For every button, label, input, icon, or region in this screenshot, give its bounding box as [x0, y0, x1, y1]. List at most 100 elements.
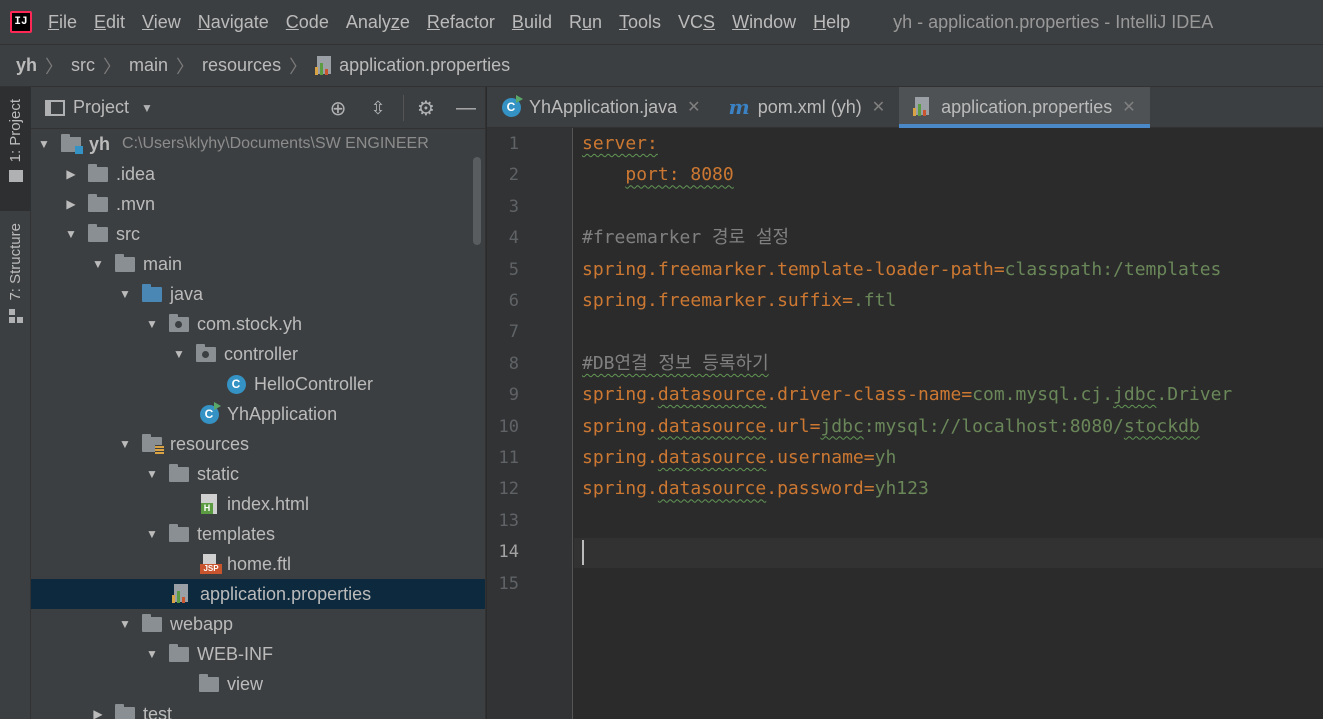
menu-item-text: ode: [298, 11, 329, 32]
locate-target-icon[interactable]: ⊕: [327, 97, 349, 120]
tree-item-templates[interactable]: ▼ templates: [31, 519, 485, 549]
project-panel: Project ▼ ⊕ ⇳ ⚙ — ▼ yh C:\Users\klyhy\Docu…: [31, 87, 486, 719]
menu-item-analyze[interactable]: Analyze: [346, 12, 410, 33]
menu-item-mnemonic: W: [732, 11, 750, 32]
tree-item-com-stock-yh[interactable]: ▼ com.stock.yh: [31, 309, 485, 339]
menu-item-edit[interactable]: Edit: [94, 12, 125, 33]
folder-icon: [8, 170, 23, 183]
folder-icon: [115, 703, 135, 719]
breadcrumb: yh 〉 src 〉 main 〉 resources 〉 application.proper…: [0, 44, 1323, 87]
tree-item-label: main: [143, 253, 183, 274]
menu-item-mnemonic: S: [703, 11, 716, 32]
close-icon[interactable]: ✕: [872, 97, 885, 117]
project-tool-button[interactable]: 1: Project: [0, 87, 31, 211]
expanded-arrow-icon[interactable]: ▼: [118, 617, 132, 631]
tree-item-application-properties[interactable]: application.properties: [31, 579, 485, 609]
expanded-arrow-icon[interactable]: ▼: [145, 317, 159, 331]
menu-item-navigate[interactable]: Navigate: [198, 12, 269, 33]
tree-item-controller[interactable]: ▼ controller: [31, 339, 485, 369]
tree-item-index-html[interactable]: Hindex.html: [31, 489, 485, 519]
line-number: 2: [508, 165, 519, 186]
tree-item-static[interactable]: ▼ static: [31, 459, 485, 489]
expanded-arrow-icon[interactable]: ▼: [118, 287, 132, 301]
tab-pom-xml-yh-[interactable]: m pom.xml (yh) ✕: [715, 87, 900, 127]
line-number: 5: [508, 259, 519, 280]
chevron-down-icon[interactable]: ▼: [141, 101, 153, 115]
code-token: spring.: [582, 384, 658, 406]
tab-application-properties[interactable]: application.properties ✕: [899, 87, 1150, 128]
collapsed-arrow-icon[interactable]: ▶: [64, 197, 78, 211]
tree-item-java[interactable]: ▼ java: [31, 279, 485, 309]
expanded-arrow-icon[interactable]: ▼: [145, 527, 159, 541]
breadcrumb-separator: 〉: [45, 56, 64, 77]
expanded-arrow-icon[interactable]: ▼: [145, 647, 159, 661]
expanded-arrow-icon[interactable]: ▼: [64, 227, 78, 241]
tree-item-yhapplication[interactable]: C YhApplication: [31, 399, 485, 429]
tree-item-test[interactable]: ▶ test: [31, 699, 485, 719]
code-token: spring.: [582, 415, 658, 437]
menu-item-refactor[interactable]: Refactor: [427, 12, 495, 33]
line-number: 11: [498, 448, 519, 468]
template-file-icon: JSP: [199, 554, 222, 574]
code-editor[interactable]: 1 2 3 4 5 6 7 8 9 10 11 12 13 14 15 server: port: 8080…: [487, 128, 1323, 719]
breadcrumb-label: main: [129, 55, 169, 75]
tree-item-label: yh: [89, 133, 111, 154]
close-icon[interactable]: ✕: [687, 97, 700, 117]
tree-item-home-ftl[interactable]: JSP home.ftl: [31, 549, 485, 579]
breadcrumb-item-application-properties[interactable]: application.properties: [315, 55, 510, 76]
breadcrumb-item-yh[interactable]: yh: [16, 55, 37, 76]
collapsed-arrow-icon[interactable]: ▶: [91, 707, 105, 719]
tree-item-web-inf[interactable]: ▼ WEB-INF: [31, 639, 485, 669]
tree-item-label: index.html: [227, 493, 310, 514]
project-view-selector[interactable]: Project: [73, 97, 129, 118]
breadcrumb-item-src[interactable]: src: [71, 55, 95, 76]
tree-scrollbar[interactable]: [473, 157, 481, 245]
expanded-arrow-icon[interactable]: ▼: [172, 347, 186, 361]
tree-item--idea[interactable]: ▶ .idea: [31, 159, 485, 189]
menu-item-run[interactable]: Run: [569, 12, 602, 33]
code-line: spring.datasource.username=yh: [582, 443, 896, 473]
tree-item-src[interactable]: ▼ src: [31, 219, 485, 249]
menu-item-code[interactable]: Code: [286, 12, 329, 33]
code-token: yh123: [874, 478, 929, 500]
menu-item-text: n: [591, 11, 602, 32]
menu-item-help[interactable]: Help: [813, 12, 850, 33]
code-token: .url: [766, 415, 810, 437]
expanded-arrow-icon[interactable]: ▼: [91, 257, 105, 271]
tree-item-hellocontroller[interactable]: C HelloController: [31, 369, 485, 399]
line-number: 15: [498, 573, 519, 594]
breadcrumb-separator: 〉: [176, 56, 195, 77]
code-token: com.mysql.cj.: [972, 384, 1114, 406]
structure-tool-button[interactable]: 7: Structure: [0, 223, 31, 343]
collapsed-arrow-icon[interactable]: ▶: [64, 167, 78, 181]
expanded-arrow-icon[interactable]: ▼: [118, 437, 132, 451]
breadcrumb-item-main[interactable]: main: [129, 55, 168, 76]
breadcrumb-item-resources[interactable]: resources: [202, 55, 281, 76]
tree-item-yh[interactable]: ▼ yh C:\Users\klyhy\Documents\SW ENGINEER: [31, 129, 485, 159]
code-token: =: [863, 478, 875, 500]
menu-item-build[interactable]: Build: [512, 12, 552, 33]
html-file-icon: H: [199, 494, 219, 514]
expanded-arrow-icon[interactable]: ▼: [37, 137, 51, 151]
tree-item--mvn[interactable]: ▶ .mvn: [31, 189, 485, 219]
menu-item-window[interactable]: Window: [732, 12, 796, 33]
expanded-arrow-icon[interactable]: ▼: [145, 467, 159, 481]
tree-item-main[interactable]: ▼ main: [31, 249, 485, 279]
tab-yhapplication-java[interactable]: C YhApplication.java ✕: [487, 87, 715, 127]
menu-item-file[interactable]: File: [48, 12, 77, 33]
collapse-all-icon[interactable]: ⇳: [367, 97, 389, 119]
tree-item-view[interactable]: view: [31, 669, 485, 699]
minimize-icon[interactable]: —: [455, 97, 477, 119]
tree-item-label: HelloController: [254, 373, 374, 394]
menu-item-view[interactable]: View: [142, 12, 181, 33]
close-icon[interactable]: ✕: [1122, 97, 1135, 117]
project-panel-header: Project ▼ ⊕ ⇳ ⚙ —: [31, 87, 485, 129]
tree-item-resources[interactable]: ▼ resources: [31, 429, 485, 459]
text-caret: [582, 540, 584, 566]
menu-item-vcs[interactable]: VCS: [678, 12, 715, 33]
tree-item-webapp[interactable]: ▼ webapp: [31, 609, 485, 639]
code-token: .driver-class-name: [766, 384, 962, 406]
gear-icon[interactable]: ⚙: [415, 97, 437, 120]
folder-icon: [88, 193, 108, 212]
menu-item-tools[interactable]: Tools: [619, 12, 661, 33]
